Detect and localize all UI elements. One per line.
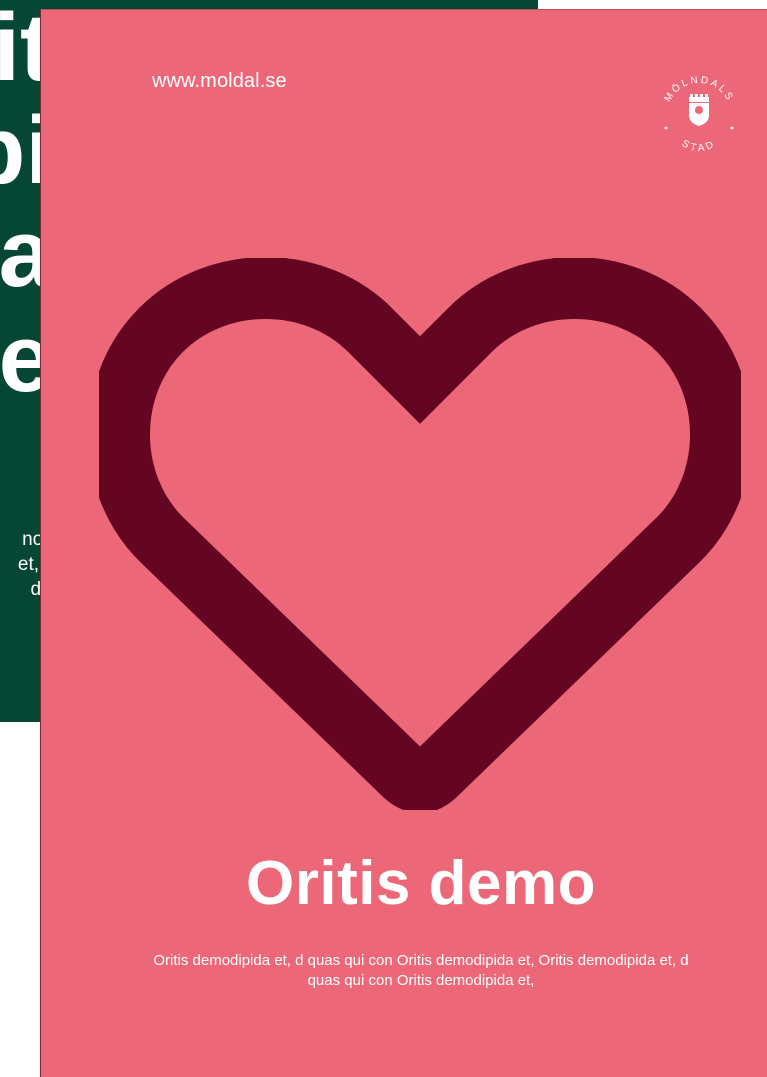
poster-title: Oritis demo	[245, 849, 596, 918]
svg-text:STAD: STAD	[680, 138, 718, 154]
website-url: www.moldal.se	[152, 70, 287, 92]
logo-bottom-text: STAD	[680, 138, 715, 154]
molndals-stad-crest-icon: MÖLNDALS STAD	[662, 75, 734, 154]
poster-stage: it bi a e nodi et, C der www.moldal.se M…	[0, 0, 767, 1077]
poster-body-text: Oritis demodipida et, d quas qui con Ori…	[153, 952, 689, 989]
front-poster: www.moldal.se MÖLNDALS STAD Oritis demo …	[40, 9, 767, 1077]
heart-icon	[99, 258, 741, 810]
